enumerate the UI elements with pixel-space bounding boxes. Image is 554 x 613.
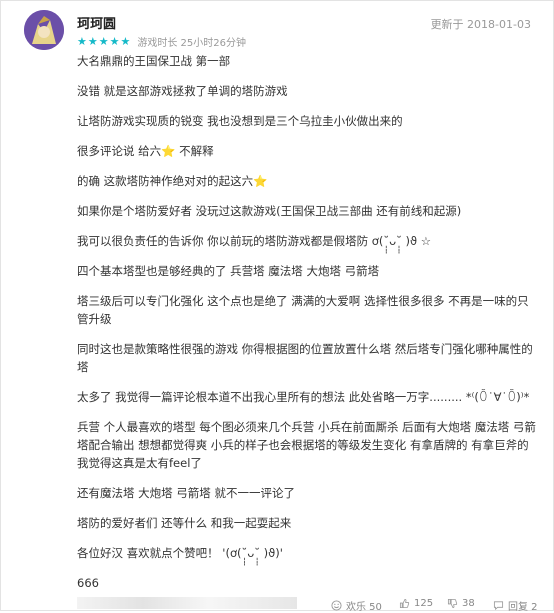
star-icon: ★ [87, 34, 98, 48]
review-paragraph: 四个基本塔型也是够经典的了 兵营塔 魔法塔 大炮塔 弓箭塔 [77, 264, 380, 278]
review-paragraph: 塔三级后可以专门化强化 这个点也是绝了 满满的大爱啊 选择性很多很多 不再是一味… [77, 294, 529, 326]
downvote-button[interactable]: 38 [447, 598, 475, 609]
star-icon: ★ [77, 34, 87, 48]
review-paragraph: 的确 这款塔防神作绝对对的起这六⭐ [77, 174, 268, 188]
comment-icon [493, 601, 504, 611]
blurred-content [77, 597, 297, 609]
username[interactable]: 珂珂圆 [77, 13, 116, 32]
review-footer: 欢乐 50 125 38 回复 2 [1, 596, 554, 613]
review-paragraph: 太多了 我觉得一篇评论根本道不出我心里所有的想法 此处省略一万字........… [77, 390, 530, 404]
review-paragraph: 塔防的爱好者们 还等什么 和我一起耍起来 [77, 516, 292, 530]
review-paragraph: 各位好汉 喜欢就点个赞吧！ '(ơ(˘̩̩̩ᴗ˘̩̩̩ )ϑ)' [77, 546, 283, 560]
review-paragraph: 我可以很负责任的告诉你 你以前玩的塔防游戏都是假塔防 ơ(˘̩̩̩ᴗ˘̩̩̩ )… [77, 234, 432, 248]
downvote-count: 38 [462, 598, 475, 609]
review-paragraph: 还有魔法塔 大炮塔 弓箭塔 就不一一评论了 [77, 486, 295, 500]
review-paragraph: 大名鼎鼎的王国保卫战 第一部 [77, 54, 231, 68]
review-paragraph: 很多评论说 给六⭐ 不解释 [77, 144, 214, 158]
rating-row: ★ ★ ★ ★ ★ 游戏时长 25小时26分钟 [77, 34, 247, 49]
playtime: 游戏时长 25小时26分钟 [137, 37, 247, 49]
avatar[interactable] [24, 10, 64, 50]
review-paragraph: 让塔防游戏实现质的锐变 我也没想到是三个乌拉圭小伙做出来的 [77, 114, 403, 128]
star-icon: ★ [120, 34, 131, 48]
star-icon: ★ [109, 34, 120, 48]
thumbs-down-icon [447, 598, 458, 609]
review-paragraph: 兵营 个人最喜欢的塔型 每个图必须来几个兵营 小兵在前面厮杀 后面有大炮塔 魔法… [77, 420, 536, 470]
smile-icon [331, 600, 342, 611]
review-paragraph: 同时这也是款策略性很强的游戏 你得根据图的位置放置什么塔 然后塔专门强化哪种属性… [77, 342, 533, 374]
thumbs-up-icon [399, 598, 410, 609]
review-paragraph: 没错 就是这部游戏拯救了单调的塔防游戏 [77, 84, 288, 98]
review-card: 珂珂圆 更新于 2018-01-03 ★ ★ ★ ★ ★ 游戏时长 25小时26分钟 大… [0, 0, 554, 613]
upvote-button[interactable]: 125 [399, 598, 433, 609]
review-paragraph: 如果你是个塔防爱好者 没玩过这款游戏(王国保卫战三部曲 还有前线和起源) [77, 204, 462, 218]
review-paragraph: 666 [77, 576, 99, 590]
updated-date: 更新于 2018-01-03 [430, 18, 531, 31]
star-rating: ★ ★ ★ ★ ★ [77, 36, 131, 47]
review-body: 大名鼎鼎的王国保卫战 第一部没错 就是这部游戏拯救了单调的塔防游戏让塔防游戏实现… [77, 52, 537, 604]
star-icon: ★ [98, 34, 109, 48]
upvote-count: 125 [414, 598, 434, 609]
avatar-image [24, 10, 64, 50]
